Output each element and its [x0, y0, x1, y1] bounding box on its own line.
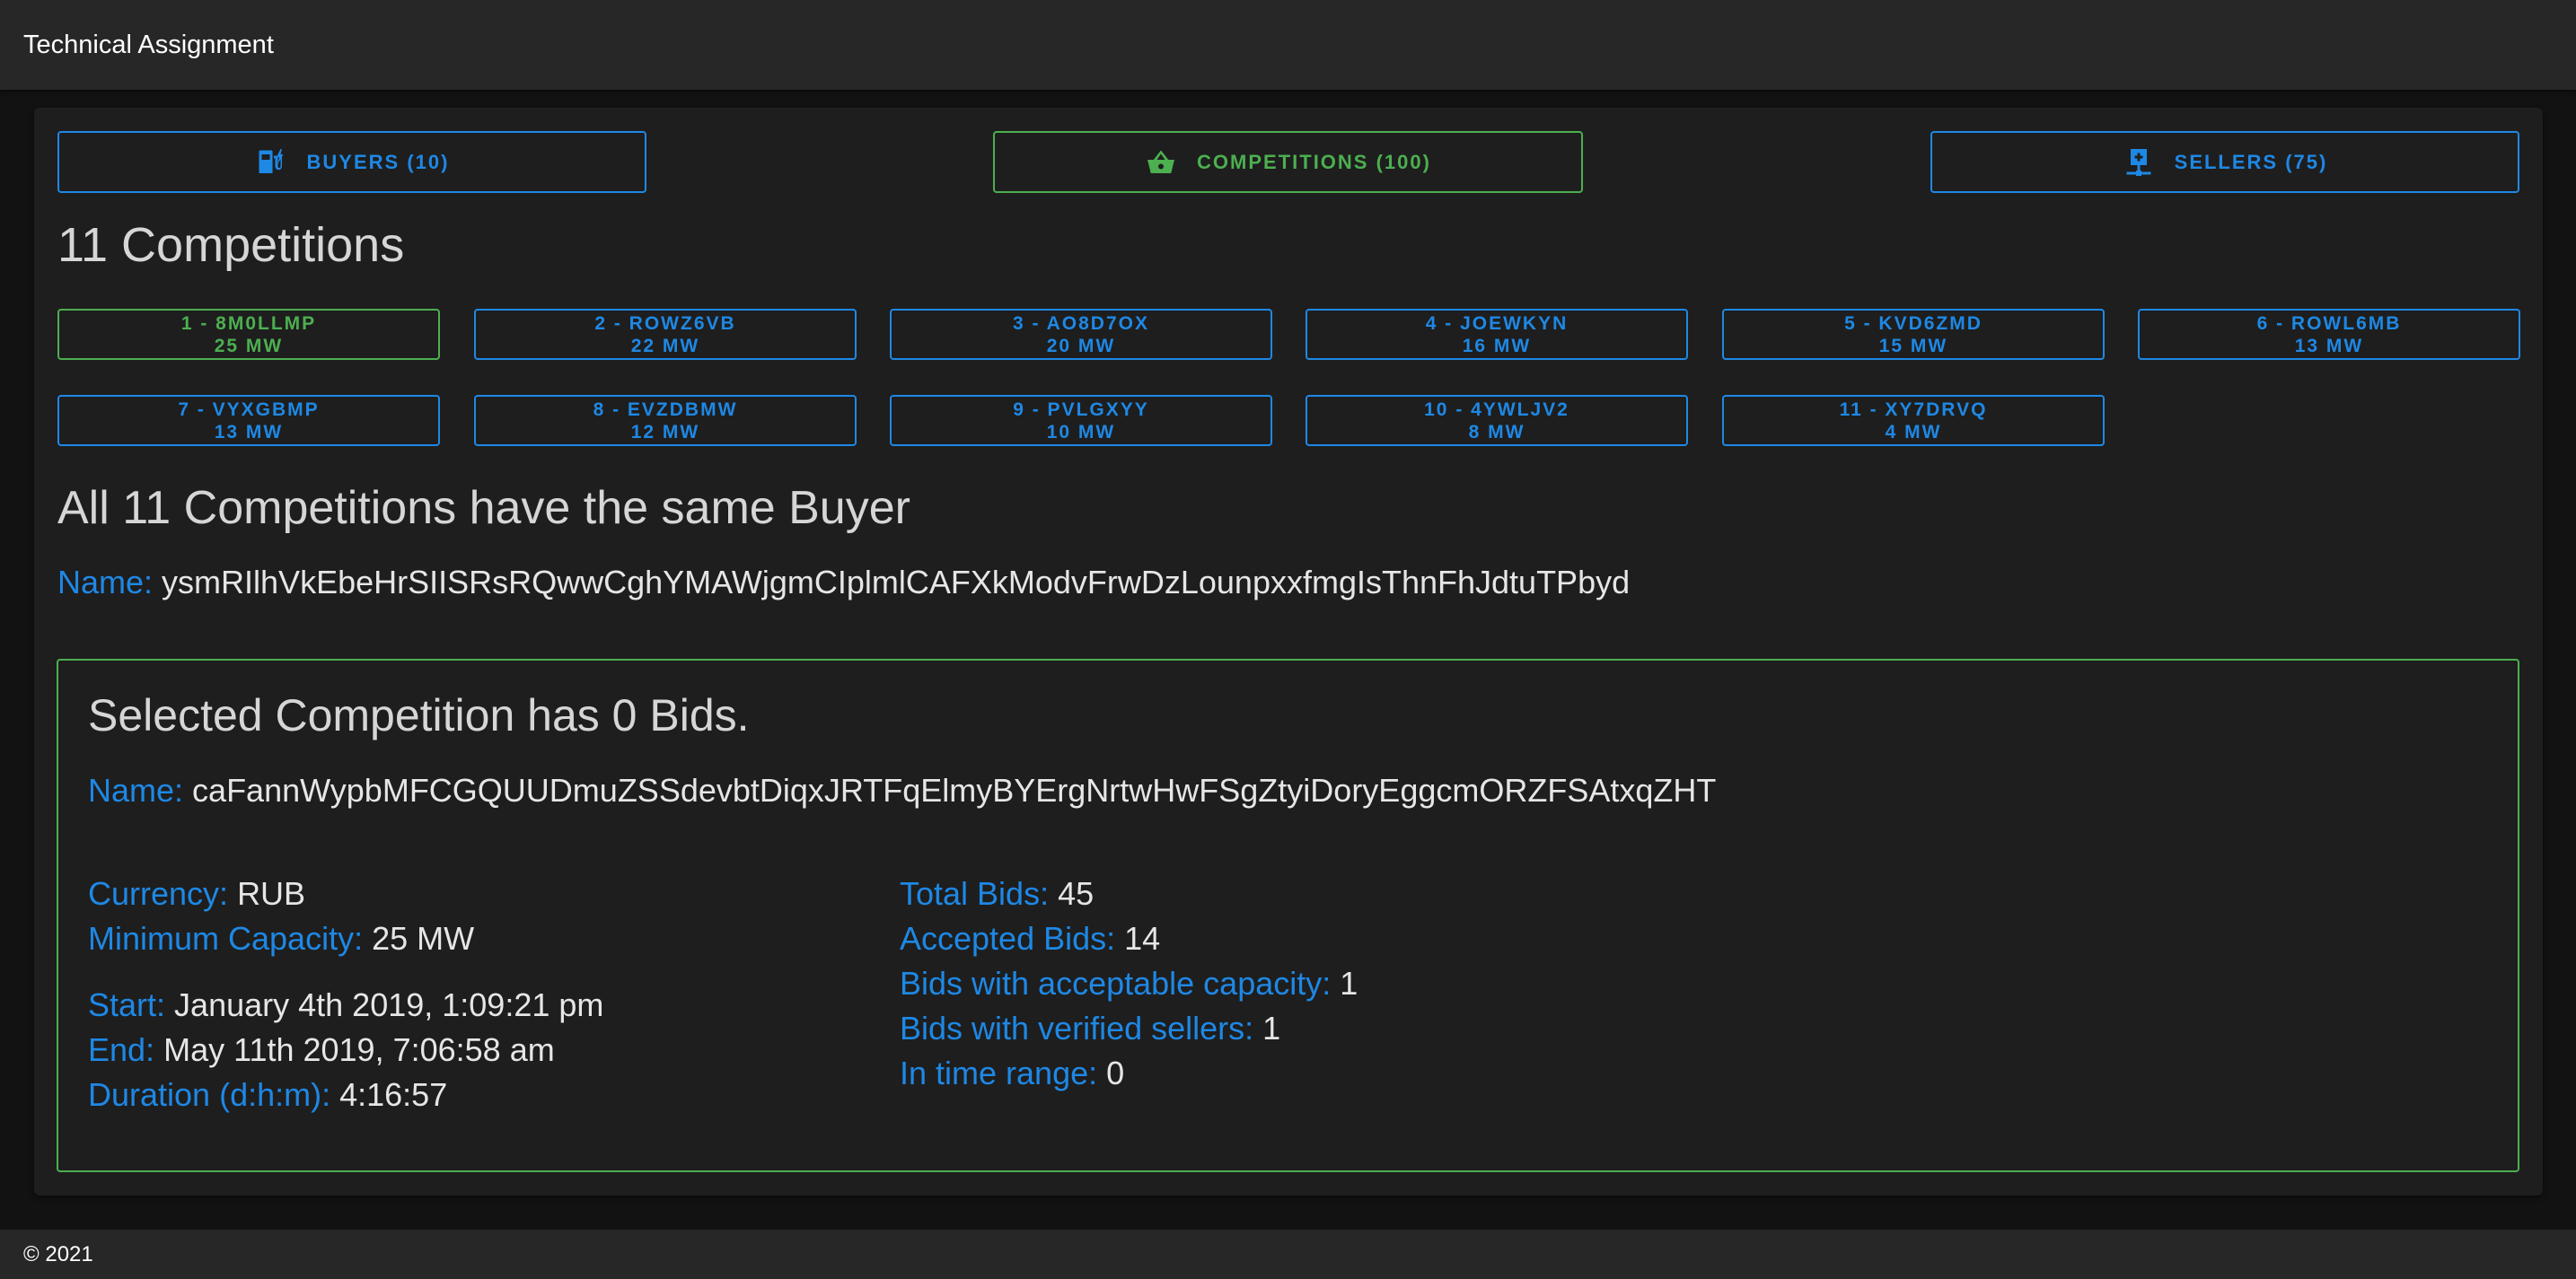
- chip-title: 3 - AO8D7OX: [1013, 312, 1149, 334]
- competition-chip-1[interactable]: 1 - 8M0LLMP 25 MW: [57, 309, 440, 360]
- competitions-button-label: COMPETITIONS (100): [1197, 150, 1431, 173]
- currency: Currency: RUB: [88, 875, 305, 913]
- footer-copyright: © 2021: [23, 1241, 93, 1266]
- duration: Duration (d:h:m): 4:16:57: [88, 1076, 447, 1114]
- in-time-range: In time range: 0: [900, 1055, 1124, 1092]
- chip-title: 10 - 4YWLJV2: [1424, 399, 1569, 420]
- verified-sellers-value: 1: [1262, 1010, 1281, 1047]
- end-date: End: May 11th 2019, 7:06:58 am: [88, 1031, 555, 1069]
- chip-capacity: 10 MW: [1046, 421, 1116, 442]
- competition-chip-10[interactable]: 10 - 4YWLJV2 8 MW: [1306, 395, 1688, 446]
- buyer-name-value: ysmRIlhVkEbeHrSIISRsRQwwCghYMAWjgmCIplml…: [162, 564, 1631, 600]
- chip-capacity: 13 MW: [2294, 335, 2364, 356]
- verified-sellers-label: Bids with verified sellers:: [900, 1010, 1254, 1047]
- chip-title: 1 - 8M0LLMP: [180, 312, 317, 334]
- verified-sellers-bids: Bids with verified sellers: 1: [900, 1010, 1280, 1047]
- chip-title: 8 - EVZDBMW: [593, 399, 738, 420]
- start-date: Start: January 4th 2019, 1:09:21 pm: [88, 986, 603, 1024]
- app-title: Technical Assignment: [23, 30, 274, 59]
- chip-title: 5 - KVD6ZMD: [1844, 312, 1983, 334]
- competitions-button[interactable]: COMPETITIONS (100): [993, 131, 1583, 193]
- duration-label: Duration (d:h:m):: [88, 1076, 331, 1113]
- accepted-bids-label: Accepted Bids:: [900, 920, 1116, 957]
- chip-capacity: 12 MW: [630, 421, 700, 442]
- in-time-value: 0: [1106, 1055, 1125, 1091]
- chip-capacity: 20 MW: [1046, 335, 1116, 356]
- end-value: May 11th 2019, 7:06:58 am: [163, 1031, 555, 1068]
- accepted-bids: Accepted Bids: 14: [900, 920, 1160, 958]
- competition-chip-8[interactable]: 8 - EVZDBMW 12 MW: [474, 395, 857, 446]
- buyers-button[interactable]: BUYERS (10): [57, 131, 646, 193]
- chip-capacity: 4 MW: [1885, 421, 1942, 442]
- app-bar: Technical Assignment: [0, 0, 2576, 90]
- chip-title: 4 - JOEWKYN: [1425, 312, 1569, 334]
- sellers-button-label: SELLERS (75): [2174, 150, 2328, 173]
- buyers-button-label: BUYERS (10): [306, 150, 450, 173]
- chip-capacity: 8 MW: [1468, 421, 1525, 442]
- basket-icon: [1147, 150, 1175, 173]
- footer: © 2021: [0, 1230, 2576, 1279]
- end-label: End:: [88, 1031, 155, 1068]
- sellers-button[interactable]: SELLERS (75): [1930, 131, 2519, 193]
- start-label: Start:: [88, 986, 166, 1023]
- buyer-heading: All 11 Competitions have the same Buyer: [57, 482, 910, 534]
- minimum-capacity: Minimum Capacity: 25 MW: [88, 920, 474, 958]
- accepted-bids-value: 14: [1124, 920, 1161, 957]
- competition-chip-2[interactable]: 2 - ROWZ6VB 22 MW: [474, 309, 857, 360]
- competition-chip-3[interactable]: 3 - AO8D7OX 20 MW: [890, 309, 1272, 360]
- selected-name-value: caFannWypbMFCGQUUDmuZSSdevbtDiqxJRTFqElm…: [192, 772, 1717, 809]
- chip-capacity: 15 MW: [1878, 335, 1948, 356]
- total-bids-value: 45: [1058, 875, 1095, 912]
- total-bids: Total Bids: 45: [900, 875, 1094, 913]
- competitions-heading: 11 Competitions: [57, 218, 405, 272]
- competition-chip-11[interactable]: 11 - XY7DRVQ 4 MW: [1722, 395, 2105, 446]
- chip-title: 9 - PVLGXYY: [1013, 399, 1149, 420]
- competition-chip-4[interactable]: 4 - JOEWKYN 16 MW: [1306, 309, 1688, 360]
- competition-chip-9[interactable]: 9 - PVLGXYY 10 MW: [890, 395, 1272, 446]
- selected-heading: Selected Competition has 0 Bids.: [88, 690, 750, 740]
- acceptable-capacity-value: 1: [1340, 965, 1358, 1002]
- ev-charger-icon: [259, 148, 284, 173]
- selected-name-label: Name:: [88, 772, 184, 809]
- currency-label: Currency:: [88, 875, 229, 912]
- competition-chip-7[interactable]: 7 - VYXGBMP 13 MW: [57, 395, 440, 446]
- chip-title: 7 - VYXGBMP: [178, 399, 320, 420]
- add-to-network-icon: [2126, 148, 2151, 176]
- in-time-label: In time range:: [900, 1055, 1098, 1091]
- chip-title: 2 - ROWZ6VB: [594, 312, 736, 334]
- chip-capacity: 22 MW: [630, 335, 700, 356]
- competition-chip-5[interactable]: 5 - KVD6ZMD 15 MW: [1722, 309, 2105, 360]
- acceptable-capacity-bids: Bids with acceptable capacity: 1: [900, 965, 1358, 1003]
- chip-capacity: 13 MW: [214, 421, 284, 442]
- chip-capacity: 16 MW: [1462, 335, 1532, 356]
- competition-chip-6[interactable]: 6 - ROWL6MB 13 MW: [2138, 309, 2520, 360]
- chip-capacity: 25 MW: [214, 335, 284, 356]
- buyer-name: Name: ysmRIlhVkEbeHrSIISRsRQwwCghYMAWjgm…: [57, 564, 1630, 601]
- chip-title: 11 - XY7DRVQ: [1839, 399, 1988, 420]
- minimum-capacity-value: 25 MW: [372, 920, 475, 957]
- buyer-name-label: Name:: [57, 564, 154, 600]
- chip-title: 6 - ROWL6MB: [2256, 312, 2402, 334]
- acceptable-capacity-label: Bids with acceptable capacity:: [900, 965, 1332, 1002]
- duration-value: 4:16:57: [339, 1076, 448, 1113]
- total-bids-label: Total Bids:: [900, 875, 1050, 912]
- start-value: January 4th 2019, 1:09:21 pm: [174, 986, 604, 1023]
- minimum-capacity-label: Minimum Capacity:: [88, 920, 364, 957]
- currency-value: RUB: [237, 875, 306, 912]
- selected-name: Name: caFannWypbMFCGQUUDmuZSSdevbtDiqxJR…: [88, 772, 1716, 810]
